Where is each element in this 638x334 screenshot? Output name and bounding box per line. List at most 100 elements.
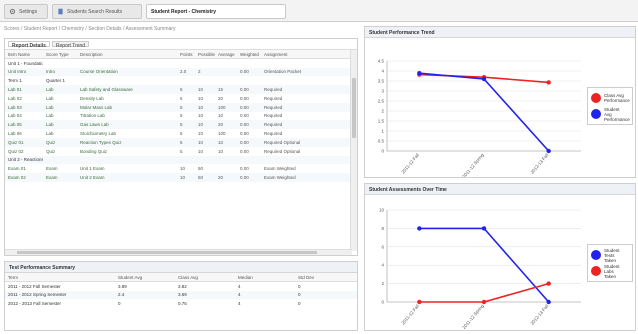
table-cell: 0.00 bbox=[240, 148, 249, 154]
table-row[interactable]: Exam 02 Exam Unit 2 Exam 10 50 20 0.00 Exam Wei… bbox=[5, 173, 350, 182]
table-cell bbox=[215, 164, 237, 173]
data-point bbox=[546, 80, 551, 85]
column-header[interactable]: Score Type bbox=[43, 50, 77, 60]
table-row[interactable]: 2011 - 2012 Fall Semester 3.89 3.82 4 0 bbox=[5, 282, 357, 291]
table-cell: Unit 1 Exam bbox=[80, 166, 105, 172]
data-point bbox=[417, 71, 422, 76]
detail-vertical-scrollbar[interactable] bbox=[350, 50, 357, 251]
table-cell: Exam bbox=[43, 173, 77, 182]
table-row[interactable]: Lab 04 Lab Titration Lab 5 10 10 0.00 Required bbox=[5, 112, 350, 121]
table-cell: 0.00 bbox=[237, 173, 261, 182]
table-cell bbox=[261, 155, 350, 165]
red-dot-icon bbox=[591, 93, 601, 103]
legend-label: Student Labs Taken bbox=[604, 263, 620, 279]
group-row[interactable]: Term 1 Quarter 1 bbox=[5, 76, 350, 85]
table-cell bbox=[237, 76, 261, 85]
data-point bbox=[481, 76, 487, 82]
subtab-bar: Report Details Report Trend bbox=[5, 39, 357, 50]
y-tick-label: 2 bbox=[381, 281, 384, 286]
assessments-over-time-chart: 0 2 4 6 8 10 2011-12 Fall 2011-12 Spring 2012-13… bbox=[379, 208, 581, 330]
table-row[interactable]: Lab 03 Lab Molar Mass Lab 5 10 100 0.00 Require… bbox=[5, 102, 350, 112]
subtab-report-trend[interactable]: Report Trend bbox=[51, 41, 90, 49]
legend-label: Class Avg Performance bbox=[604, 93, 630, 103]
column-header[interactable]: Median bbox=[235, 273, 295, 283]
table-cell bbox=[195, 155, 215, 165]
table-cell bbox=[215, 155, 237, 165]
tab-search-results[interactable]: Students Search Results bbox=[52, 4, 142, 19]
summary-table: Term Student Avg Class Avg Median Std Dev 20… bbox=[5, 273, 357, 308]
scrollbar-thumb[interactable] bbox=[352, 78, 356, 138]
column-header[interactable]: Weighted bbox=[237, 50, 261, 60]
column-header[interactable]: Class Avg bbox=[175, 273, 235, 283]
table-cell: Required bbox=[264, 131, 283, 137]
table-row[interactable]: Lab 05 Lab Gas Laws Lab 5 10 20 0.00 Required bbox=[5, 120, 350, 130]
tab-student-report[interactable]: Student Report - Chemistry bbox=[146, 4, 286, 19]
table-cell: Required Optional bbox=[261, 137, 350, 147]
column-header[interactable]: Term bbox=[5, 273, 115, 283]
table-row[interactable]: Quiz 01 Quiz Reaction Types Quiz 5 10 10 0.00 R… bbox=[5, 137, 350, 147]
scrollbar-thumb[interactable] bbox=[17, 251, 317, 254]
table-cell: Exam Weighted bbox=[261, 173, 350, 182]
table-cell: 2.4 bbox=[115, 290, 175, 300]
table-row[interactable]: Lab 02 Lab Density Lab 5 10 20 0.00 Required bbox=[5, 94, 350, 103]
gear-icon bbox=[9, 8, 16, 15]
table-cell: Quiz 01 bbox=[5, 137, 43, 147]
detail-horizontal-scrollbar[interactable] bbox=[5, 249, 352, 255]
table-cell: 15 bbox=[215, 85, 237, 94]
table-cell: 100 bbox=[215, 102, 237, 112]
column-header[interactable]: Std Dev bbox=[295, 273, 357, 283]
series-line bbox=[419, 72, 550, 152]
blue-dot-icon bbox=[591, 109, 601, 119]
table-row[interactable]: Exam 01 Exam Unit 1 Exam 10 50 0.00 Exam Weigh… bbox=[5, 164, 350, 173]
table-cell: 20 bbox=[215, 120, 237, 130]
group-row[interactable]: Unit 1 - Foundations bbox=[5, 59, 350, 68]
table-cell: Quiz bbox=[43, 137, 77, 147]
table-cell: 10 bbox=[195, 102, 215, 112]
legend-label: Student Tests Taken bbox=[604, 247, 620, 263]
column-header[interactable]: Average bbox=[215, 50, 237, 60]
legend-item: Student Avg Performance bbox=[591, 106, 630, 122]
column-header[interactable]: Description bbox=[77, 50, 177, 60]
table-row[interactable]: Quiz 02 Quiz Bonding Quiz 5 10 10 0.00 Required… bbox=[5, 147, 350, 156]
table-row[interactable]: Unit Intro Intro Course Orientation 2.0 2 0.0… bbox=[5, 67, 350, 77]
table-cell: Lab 03 bbox=[5, 102, 43, 112]
table-cell: 5 bbox=[177, 85, 195, 94]
table-cell: 5 bbox=[180, 131, 183, 137]
table-row[interactable]: Lab 01 Lab Lab Safety and Glassware 5 10 15 0.… bbox=[5, 85, 350, 94]
table-cell: 5 bbox=[177, 137, 195, 147]
table-cell: 10 bbox=[177, 173, 195, 182]
table-cell bbox=[77, 76, 177, 85]
table-row[interactable]: 2011 - 2012 Spring Semester 2.4 3.69 4 0 bbox=[5, 290, 357, 300]
table-cell: 5 bbox=[180, 148, 183, 154]
legend-item: Student Tests Taken bbox=[591, 247, 629, 263]
y-tick-label: 1 bbox=[381, 129, 384, 134]
column-header[interactable]: Points bbox=[177, 50, 195, 60]
table-cell: 10 bbox=[198, 131, 204, 137]
x-tick-label: 2011-12 Spring bbox=[461, 303, 485, 330]
summary-table-header: Term Student Avg Class Avg Median Std Dev bbox=[5, 273, 357, 283]
column-header[interactable]: Student Avg bbox=[115, 273, 175, 283]
table-row[interactable]: Lab 06 Lab Stoichiometry Lab 5 10 100 0.00 Requ… bbox=[5, 129, 350, 138]
table-cell: 20 bbox=[218, 95, 224, 101]
subtab-report-details[interactable]: Report Details bbox=[8, 41, 50, 49]
table-cell: 10 bbox=[198, 113, 204, 119]
table-cell: Lab 02 bbox=[8, 95, 22, 101]
group-row[interactable]: Unit 2 - Reactions bbox=[5, 155, 350, 165]
x-tick-label: 2011-12 Fall bbox=[400, 303, 420, 325]
column-header[interactable]: Assignment bbox=[261, 50, 350, 60]
tab-settings[interactable]: Settings bbox=[4, 4, 48, 19]
table-cell: 100 bbox=[218, 131, 226, 137]
table-cell: Molar Mass Lab bbox=[77, 102, 177, 112]
table-cell: 2011 - 2012 Spring Semester bbox=[5, 290, 115, 300]
column-header[interactable]: Possible bbox=[195, 50, 215, 60]
table-cell: 0 bbox=[118, 301, 121, 307]
table-cell: 50 bbox=[195, 173, 215, 182]
y-tick-label: 10 bbox=[379, 208, 385, 213]
table-cell: 2012 - 2013 Fall Semester bbox=[8, 301, 62, 307]
table-cell: Bonding Quiz bbox=[80, 148, 108, 154]
data-point bbox=[417, 226, 422, 231]
table-cell: Reaction Types Quiz bbox=[77, 137, 177, 147]
column-header[interactable]: Item Name bbox=[5, 50, 43, 60]
tab-label: Student Report - Chemistry bbox=[151, 8, 217, 15]
table-row[interactable]: 2012 - 2013 Fall Semester 0 0.75 4 0 bbox=[5, 299, 357, 308]
